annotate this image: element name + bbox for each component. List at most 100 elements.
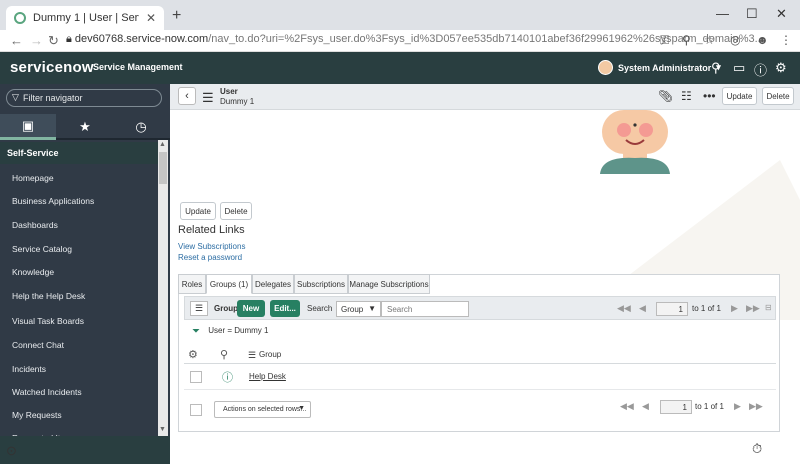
extension-icon[interactable]: ◎ [730, 33, 740, 47]
maximize-icon[interactable]: ☐ [746, 6, 758, 22]
servicenow-logo[interactable]: servicenow [10, 59, 94, 76]
connect-chat-icon[interactable]: ▭ [733, 60, 745, 76]
navigator-footer: ⊙ [0, 436, 170, 464]
nav-item[interactable]: My Requests [12, 410, 62, 420]
forward-arrow-icon[interactable]: → [30, 33, 43, 48]
reset-password-link[interactable]: Reset a password [178, 253, 242, 262]
nav-item[interactable]: Help the Help Desk [12, 291, 85, 301]
tab-groups[interactable]: Groups (1) [206, 274, 252, 294]
next-page-icon[interactable]: ▶ [734, 401, 741, 412]
nav-item[interactable]: Knowledge [12, 267, 54, 277]
tab-history[interactable]: ◷ [113, 114, 169, 140]
tab-favorites[interactable]: ★ [57, 114, 113, 140]
delete-button-top[interactable]: Delete [762, 87, 794, 105]
nav-item[interactable]: Business Applications [12, 196, 94, 206]
key-icon[interactable]: ⚿ [660, 33, 669, 48]
nav-item[interactable]: Service Catalog [12, 244, 72, 254]
personalize-list-gear-icon[interactable]: ⚙ [188, 348, 198, 361]
filter-icon: ▽ [12, 92, 19, 102]
response-time-stopwatch-icon[interactable]: ⏱ [752, 441, 762, 457]
column-menu-icon[interactable]: ☰ [248, 350, 256, 361]
previous-page-icon[interactable]: ◀ [642, 401, 649, 412]
delete-button[interactable]: Delete [220, 202, 252, 220]
scroll-down-icon[interactable]: ▼ [159, 426, 166, 433]
collapse-navigator-icon[interactable]: ⊙ [6, 443, 17, 459]
close-tab-icon[interactable]: ✕ [146, 11, 156, 25]
search-columns-icon[interactable]: ⚲ [220, 348, 228, 361]
row-checkbox[interactable] [190, 371, 202, 383]
info-icon[interactable]: ⓘ [222, 369, 233, 385]
back-button[interactable]: ‹ [178, 87, 196, 105]
tab-roles[interactable]: Roles [178, 274, 206, 294]
last-page-icon[interactable]: ▶▶ [749, 401, 763, 412]
nav-item[interactable]: Visual Task Boards [12, 316, 84, 326]
select-all-checkbox[interactable] [190, 404, 202, 416]
previous-page-icon[interactable]: ◀ [639, 303, 646, 314]
page-number-input-bottom[interactable]: 1 [660, 400, 692, 414]
first-page-icon[interactable]: ◀◀ [620, 401, 634, 412]
column-header-group[interactable]: Group [259, 350, 281, 359]
update-button-top[interactable]: Update [722, 87, 757, 105]
page-count-text: to 1 of 1 [692, 304, 721, 313]
filter-breadcrumb: ⏷ User = Dummy 1 [192, 326, 268, 337]
last-page-icon[interactable]: ▶▶ [746, 303, 760, 314]
tab-manage-subscriptions[interactable]: Manage Subscriptions [348, 274, 430, 294]
back-arrow-icon[interactable]: ← [10, 33, 23, 48]
filter-condition[interactable]: User = Dummy 1 [208, 326, 268, 335]
nav-item[interactable]: Incidents [12, 364, 46, 374]
search-label: Search [307, 304, 333, 313]
list-header-row: ⚙ ⚲ ☰ Group [184, 346, 776, 364]
first-page-icon[interactable]: ◀◀ [617, 303, 631, 314]
search-icon[interactable]: ⚲ [711, 60, 721, 76]
page-number-input[interactable]: 1 [656, 302, 688, 316]
update-button[interactable]: Update [180, 202, 216, 220]
new-tab-icon[interactable]: + [172, 7, 181, 25]
nav-item[interactable]: Watched Incidents [12, 387, 82, 397]
minimize-icon[interactable]: — [716, 6, 729, 21]
scrollbar-thumb[interactable] [159, 152, 167, 184]
help-icon[interactable]: ⓘ [754, 60, 767, 79]
close-window-icon[interactable]: ✕ [776, 6, 787, 22]
personalize-sliders-icon[interactable]: ☷ [681, 89, 692, 103]
filter-navigator-input[interactable]: ▽ Filter navigator [6, 89, 162, 107]
nav-item[interactable]: Homepage [12, 173, 54, 183]
collapse-list-icon[interactable]: ⊟ [765, 303, 772, 312]
actions-select-label: Actions on selected rows... [223, 406, 307, 413]
next-page-icon[interactable]: ▶ [731, 303, 738, 314]
servicenow-favicon-icon [14, 12, 26, 24]
lock-icon: 🔒︎ [66, 33, 72, 45]
page-count-text-bottom: to 1 of 1 [695, 402, 724, 411]
list-search-input[interactable]: Search [381, 301, 469, 317]
settings-gear-icon[interactable]: ⚙ [775, 60, 787, 76]
nav-item[interactable]: Dashboards [12, 220, 58, 230]
nav-app-self-service[interactable]: Self-Service [0, 142, 158, 164]
actions-select[interactable]: Actions on selected rows... ▼ [214, 401, 311, 418]
edit-button[interactable]: Edit... [270, 300, 300, 317]
bookmark-star-icon[interactable]: ☆ [704, 33, 715, 47]
tab-delegates[interactable]: Delegates [252, 274, 294, 294]
chevron-left-icon: ‹ [185, 90, 189, 102]
paperclip-icon[interactable]: 📎︎ [658, 89, 673, 103]
reload-icon[interactable]: ↻ [48, 33, 59, 49]
new-button[interactable]: New [237, 300, 265, 317]
navigator-scrollbar[interactable]: ▲ ▼ [158, 140, 168, 436]
more-options-icon[interactable]: ••• [703, 89, 716, 103]
search-field-select[interactable]: Group ▼ [336, 301, 381, 317]
tab-subscriptions[interactable]: Subscriptions [294, 274, 348, 294]
tab-all-apps[interactable]: ▣ [0, 114, 56, 140]
user-avatar [598, 60, 613, 75]
user-menu[interactable]: System Administrator ▾ [598, 60, 721, 75]
product-name: Service Management [93, 62, 183, 72]
funnel-icon[interactable]: ⏷ [192, 326, 200, 337]
form-table-name: User [220, 87, 238, 96]
group-link[interactable]: Help Desk [249, 372, 286, 381]
form-context-menu-icon[interactable]: ☰ [202, 90, 214, 106]
scroll-up-icon[interactable]: ▲ [159, 141, 166, 148]
menu-dots-icon[interactable]: ⋮ [780, 33, 792, 47]
view-subscriptions-link[interactable]: View Subscriptions [178, 242, 245, 251]
list-context-menu-icon[interactable]: ☰ [190, 301, 208, 316]
nav-item[interactable]: Connect Chat [12, 340, 64, 350]
browser-tab[interactable]: Dummy 1 | User | ServiceNow ✕ [6, 6, 164, 30]
zoom-icon[interactable]: ⚲ [682, 33, 691, 47]
profile-avatar-icon[interactable]: ☻ [756, 33, 769, 47]
